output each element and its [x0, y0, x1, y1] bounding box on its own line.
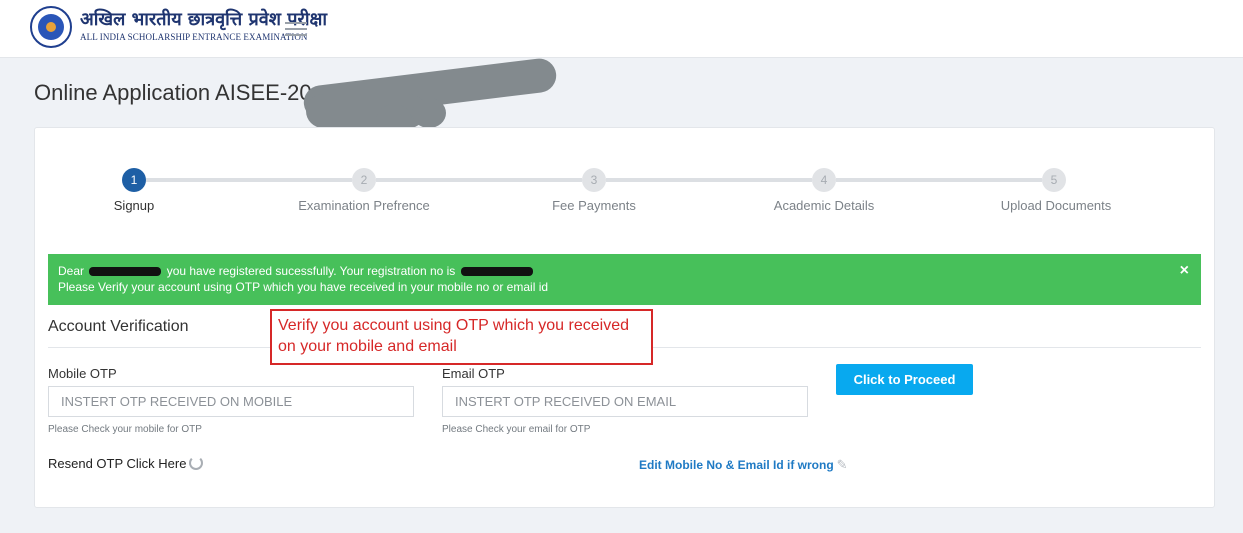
step-1-label[interactable]: Signup: [114, 198, 154, 213]
alert-dear: Dear: [58, 264, 85, 278]
step-2-circle[interactable]: 2: [352, 168, 376, 192]
resend-otp-label: Resend OTP Click Here: [48, 456, 187, 471]
page-title: Online Application AISEE-20: [34, 80, 312, 105]
alert-line-2: Please Verify your account using OTP whi…: [58, 280, 549, 294]
step-3-label[interactable]: Fee Payments: [552, 198, 636, 213]
email-otp-label: Email OTP: [442, 366, 505, 381]
mobile-otp-help: Please Check your mobile for OTP: [48, 424, 202, 435]
close-icon[interactable]: ×: [1180, 263, 1189, 279]
pencil-icon: ✎: [836, 457, 848, 472]
emblem-center: [46, 22, 56, 32]
brand-title-english[interactable]: ALL INDIA SCHOLARSHIP ENTRANCE EXAMINATI…: [80, 32, 308, 42]
redacted-registration-no: [460, 267, 533, 277]
annotation-callout: Verify you account using OTP which you r…: [270, 309, 653, 365]
section-title: Account Verification: [48, 318, 189, 335]
step-4-circle[interactable]: 4: [812, 168, 836, 192]
email-otp-help: Please Check your email for OTP: [442, 424, 591, 435]
step-5-circle[interactable]: 5: [1042, 168, 1066, 192]
top-bar: अखिल भारतीय छात्रवृत्ति प्रवेश परीक्षा A…: [0, 0, 1243, 58]
step-5-label[interactable]: Upload Documents: [1001, 198, 1112, 213]
success-alert: Dear you have registered sucessfully. Yo…: [48, 254, 1201, 305]
hamburger-icon[interactable]: [285, 22, 307, 36]
hamburger-bar: [285, 22, 307, 24]
step-connector: [836, 178, 1042, 182]
step-connector: [146, 178, 352, 182]
step-4-label[interactable]: Academic Details: [774, 198, 874, 213]
proceed-button[interactable]: Click to Proceed: [836, 364, 973, 395]
step-1-circle[interactable]: 1: [122, 168, 146, 192]
mobile-otp-input[interactable]: [48, 386, 414, 417]
mobile-otp-label: Mobile OTP: [48, 366, 117, 381]
step-2-label[interactable]: Examination Prefrence: [298, 198, 430, 213]
hamburger-bar: [285, 34, 307, 36]
emblem-logo-icon[interactable]: [30, 6, 72, 48]
email-otp-input[interactable]: [442, 386, 808, 417]
redaction-mark: [412, 98, 446, 128]
step-connector: [606, 178, 812, 182]
redacted-name: [89, 267, 162, 277]
step-connector: [376, 178, 582, 182]
hamburger-bar: [285, 28, 307, 30]
alert-registered-text: you have registered sucessfully. Your re…: [166, 264, 456, 278]
step-3-circle[interactable]: 3: [582, 168, 606, 192]
resend-otp-link[interactable]: Resend OTP Click Here: [48, 456, 204, 471]
refresh-icon: [189, 456, 204, 470]
alert-line-1: Dear you have registered sucessfully. Yo…: [58, 263, 1191, 279]
edit-contact-link[interactable]: Edit Mobile No & Email Id if wrong ✎: [639, 457, 848, 473]
edit-contact-label: Edit Mobile No & Email Id if wrong: [639, 458, 834, 472]
